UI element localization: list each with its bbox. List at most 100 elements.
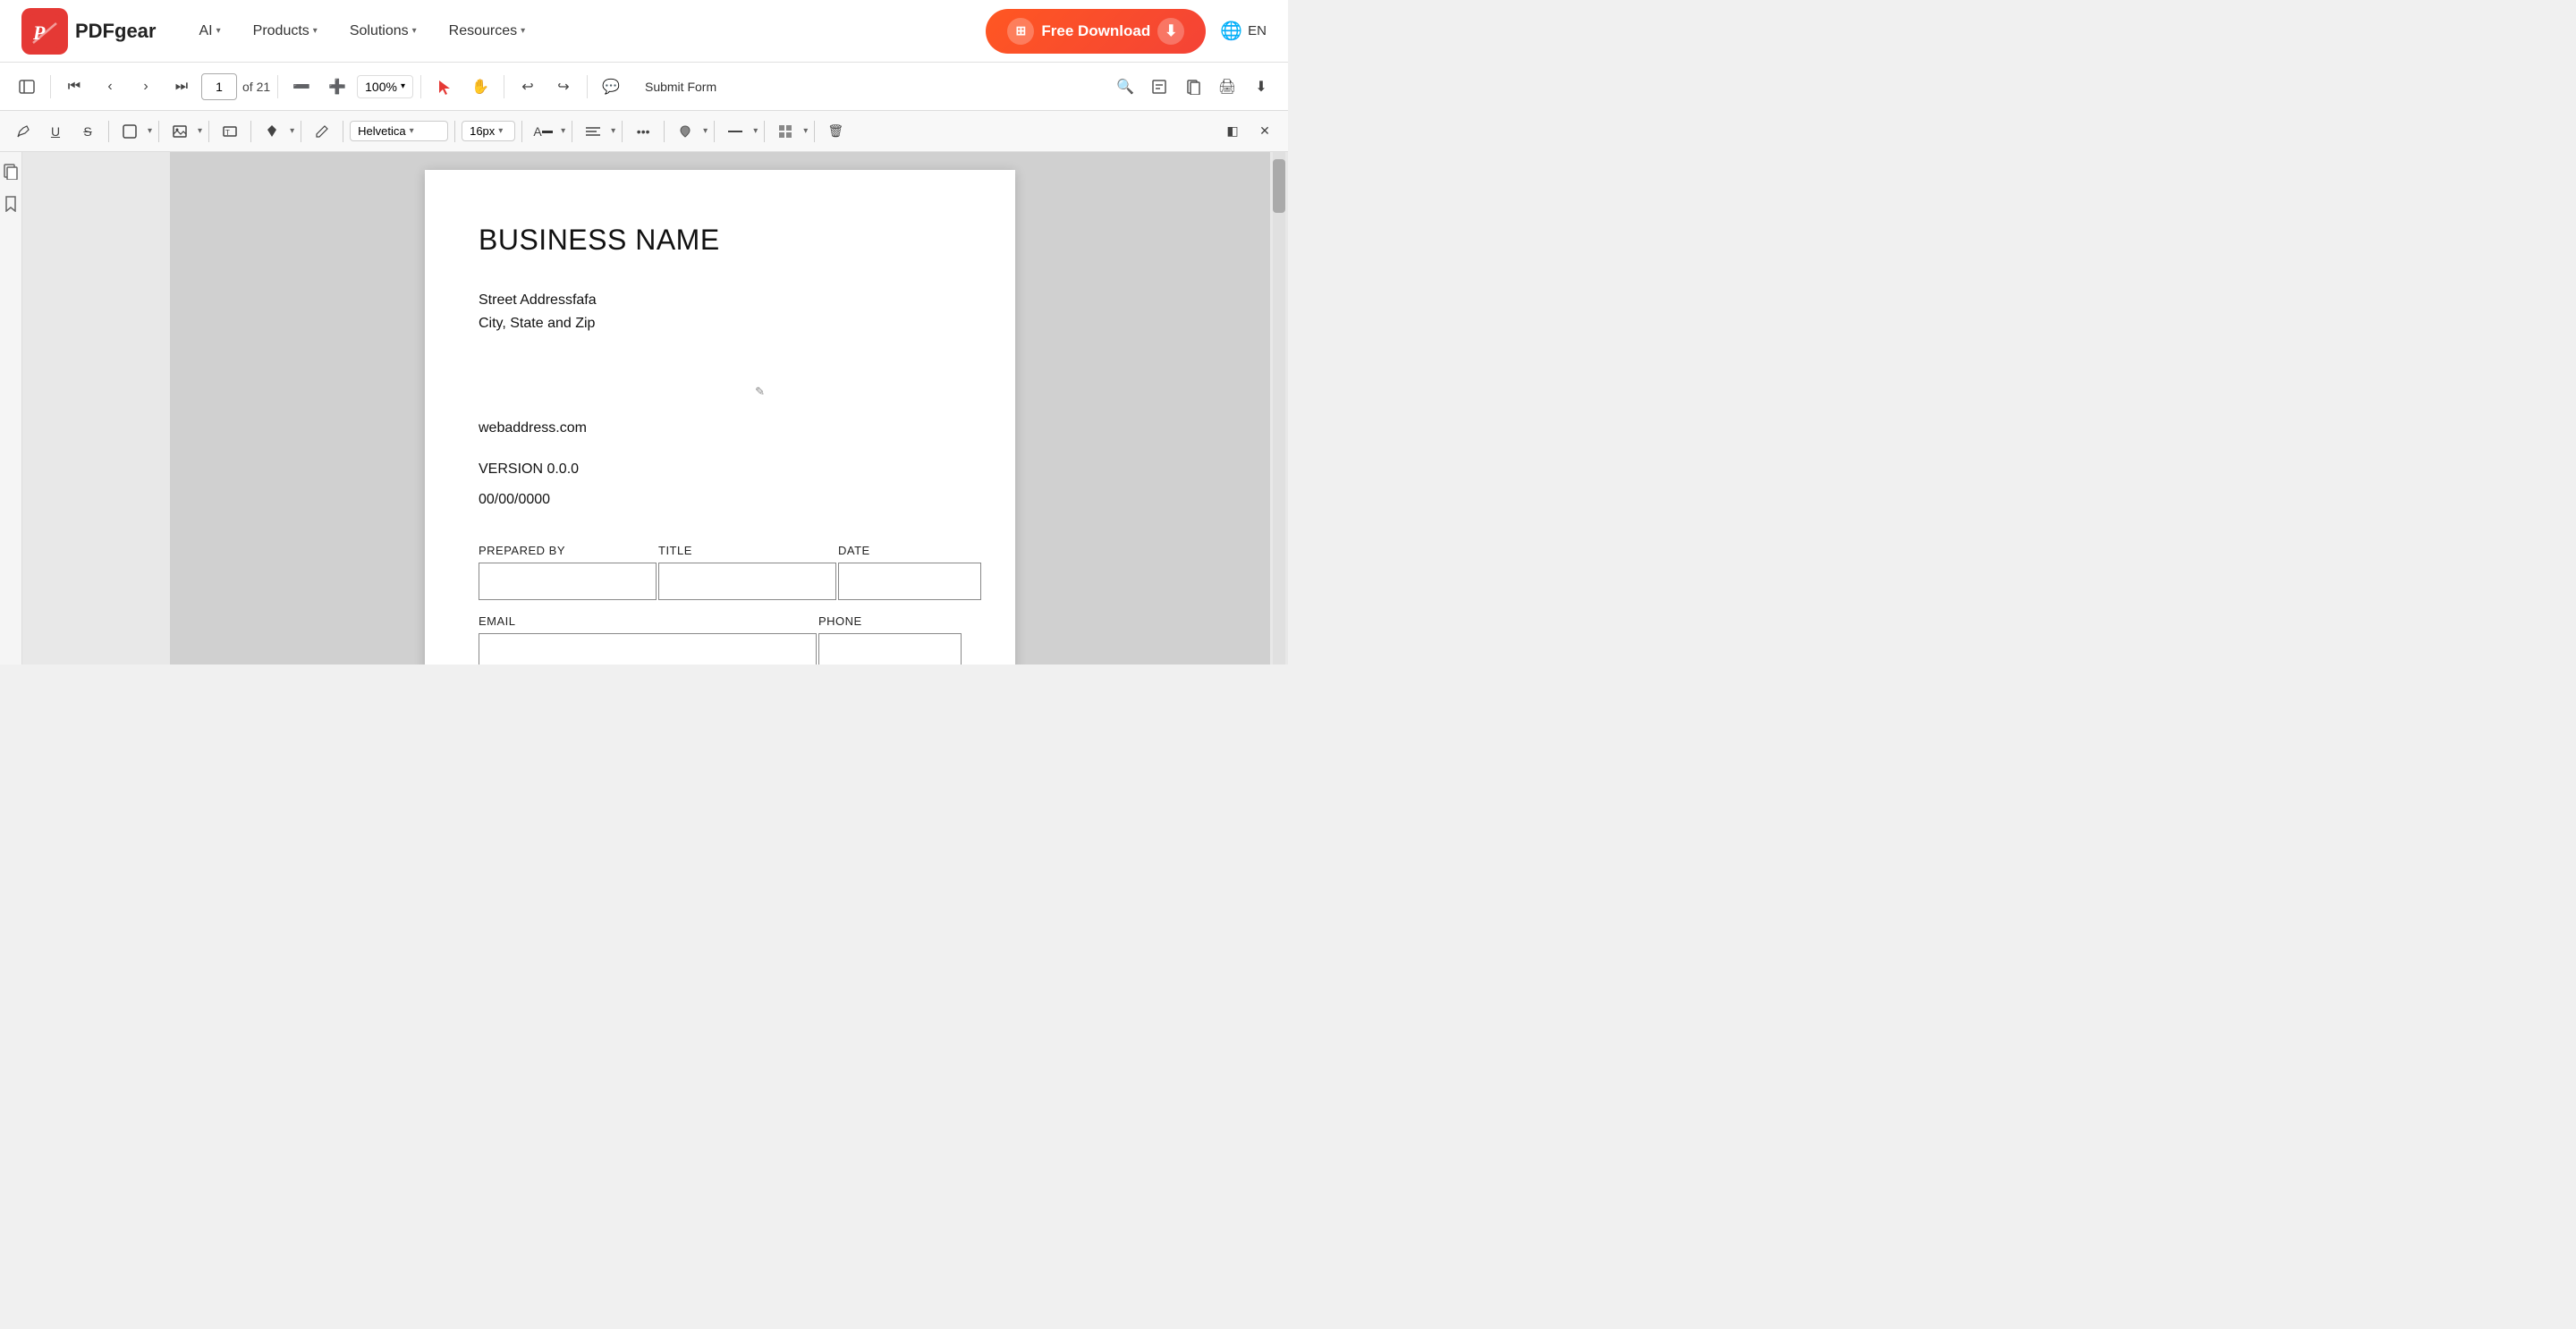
prepared-by-input[interactable]	[479, 563, 657, 600]
free-download-button[interactable]: ⊞ Free Download ⬇	[986, 9, 1206, 54]
submit-form-button[interactable]: Submit Form	[631, 74, 731, 99]
font-color-button[interactable]: A	[529, 117, 557, 146]
language-label: EN	[1248, 23, 1267, 38]
comment-button[interactable]: 💬	[595, 71, 627, 103]
left-sidebar	[0, 152, 22, 664]
font-size-selector[interactable]: 16px	[462, 121, 515, 141]
download-arrow-circle: ⬇	[1157, 18, 1184, 45]
nav-item-resources[interactable]: Resources	[435, 16, 540, 47]
strikethrough-button[interactable]: S	[73, 117, 102, 146]
et-sep-4	[250, 121, 251, 142]
font-size-value: 16px	[470, 124, 495, 138]
pdf-address-line1: Street Addressfafa	[479, 289, 962, 312]
phone-field: PHONE	[818, 614, 962, 664]
text-box-button[interactable]: T	[216, 117, 244, 146]
nav-item-solutions[interactable]: Solutions	[335, 16, 431, 47]
et-sep-14	[814, 121, 815, 142]
annotation-button[interactable]	[1143, 71, 1175, 103]
main-toolbar: ⏮ ‹ › ⏭ of 21 ➖ ➕ 100% ✋ ↩ ↪ 💬 Submit Fo…	[0, 63, 1288, 111]
et-sep-12	[714, 121, 715, 142]
pdf-date: 00/00/0000	[479, 492, 962, 508]
text-align-button[interactable]	[579, 117, 607, 146]
nav-items: AI Products Solutions Resources	[184, 16, 986, 47]
collapse-panel-button[interactable]: ◧	[1218, 117, 1247, 146]
email-field: EMAIL	[479, 614, 817, 664]
zoom-selector[interactable]: 100%	[357, 75, 413, 98]
email-label: EMAIL	[479, 614, 817, 628]
first-page-button[interactable]: ⏮	[58, 71, 90, 103]
scrollbar-track	[1273, 152, 1285, 664]
pdf-business-name: BUSINESS NAME	[479, 224, 962, 257]
prepared-by-field: PREPARED BY	[479, 544, 657, 600]
pdf-version: VERSION 0.0.0	[479, 461, 962, 478]
fill-color-button[interactable]	[671, 117, 699, 146]
left-panel	[22, 152, 170, 664]
print-button[interactable]: 🖨	[1211, 71, 1243, 103]
underline-button[interactable]: U	[41, 117, 70, 146]
page-input-area: of 21	[201, 73, 270, 100]
sidebar-pages-icon[interactable]	[2, 163, 20, 181]
form-row-1: PREPARED BY TITLE DATE	[479, 544, 962, 600]
undo-button[interactable]: ↩	[512, 71, 544, 103]
right-panel	[1270, 152, 1288, 664]
grid-button[interactable]	[771, 117, 800, 146]
next-page-button[interactable]: ›	[130, 71, 162, 103]
nav-item-ai[interactable]: AI	[184, 16, 234, 47]
delete-button[interactable]: 🗑	[821, 117, 850, 146]
font-value: Helvetica	[358, 124, 405, 138]
logo-area[interactable]: P PDFgear	[21, 8, 156, 55]
prev-page-button[interactable]: ‹	[94, 71, 126, 103]
zoom-value: 100%	[365, 80, 397, 94]
top-nav: P PDFgear AI Products Solutions Resource…	[0, 0, 1288, 63]
zoom-in-button[interactable]: ➕	[321, 71, 353, 103]
image-button[interactable]	[165, 117, 194, 146]
products-chevron-icon	[313, 26, 318, 36]
zoom-chevron-icon	[401, 81, 405, 91]
download-button[interactable]: ⬇	[1245, 71, 1277, 103]
svg-text:T: T	[225, 129, 230, 137]
title-input[interactable]	[658, 563, 836, 600]
date-input[interactable]	[838, 563, 981, 600]
solutions-chevron-icon	[412, 26, 417, 36]
pen-button[interactable]	[308, 117, 336, 146]
highlight-color-button[interactable]	[258, 117, 286, 146]
sidebar-bookmark-icon[interactable]	[2, 195, 20, 213]
pages-button[interactable]	[1177, 71, 1209, 103]
logo-icon: P	[21, 8, 68, 55]
redo-button[interactable]: ↪	[547, 71, 580, 103]
et-sep-11	[664, 121, 665, 142]
select-tool-button[interactable]	[428, 71, 461, 103]
windows-icon: ⊞	[1016, 23, 1027, 38]
language-selector[interactable]: 🌐 EN	[1220, 20, 1267, 42]
et-sep-8	[521, 121, 522, 142]
page-number-input[interactable]	[201, 73, 237, 100]
grid-chevron-icon	[803, 126, 808, 136]
nav-item-products[interactable]: Products	[239, 16, 332, 47]
last-page-button[interactable]: ⏭	[165, 71, 198, 103]
download-arrow-icon: ⬇	[1165, 22, 1177, 40]
toolbar-right-icons: 🔍 🖨 ⬇	[1109, 71, 1277, 103]
shapes-button[interactable]	[115, 117, 144, 146]
hand-tool-button[interactable]: ✋	[464, 71, 496, 103]
pdf-form-section: PREPARED BY TITLE DATE EMAIL	[479, 544, 962, 664]
scrollbar-thumb[interactable]	[1273, 159, 1285, 213]
main-area: BUSINESS NAME Street Addressfafa City, S…	[0, 152, 1288, 664]
align-chevron-icon	[611, 126, 615, 136]
edit-handle-icon: ✎	[755, 385, 765, 399]
freehand-draw-button[interactable]	[9, 117, 38, 146]
sidebar-toggle-button[interactable]	[11, 71, 43, 103]
border-style-button[interactable]	[721, 117, 750, 146]
separator-2	[277, 75, 278, 98]
title-field: TITLE	[658, 544, 836, 600]
page-total: of 21	[242, 80, 270, 94]
close-edit-toolbar-button[interactable]: ✕	[1250, 117, 1279, 146]
zoom-out-button[interactable]: ➖	[285, 71, 318, 103]
font-selector[interactable]: Helvetica	[350, 121, 448, 141]
search-button[interactable]: 🔍	[1109, 71, 1141, 103]
email-input[interactable]	[479, 633, 817, 664]
date-label: DATE	[838, 544, 981, 557]
phone-input[interactable]	[818, 633, 962, 664]
shapes-chevron-icon	[148, 126, 152, 136]
more-options-button[interactable]: •••	[629, 117, 657, 146]
pdf-viewer[interactable]: BUSINESS NAME Street Addressfafa City, S…	[170, 152, 1270, 664]
